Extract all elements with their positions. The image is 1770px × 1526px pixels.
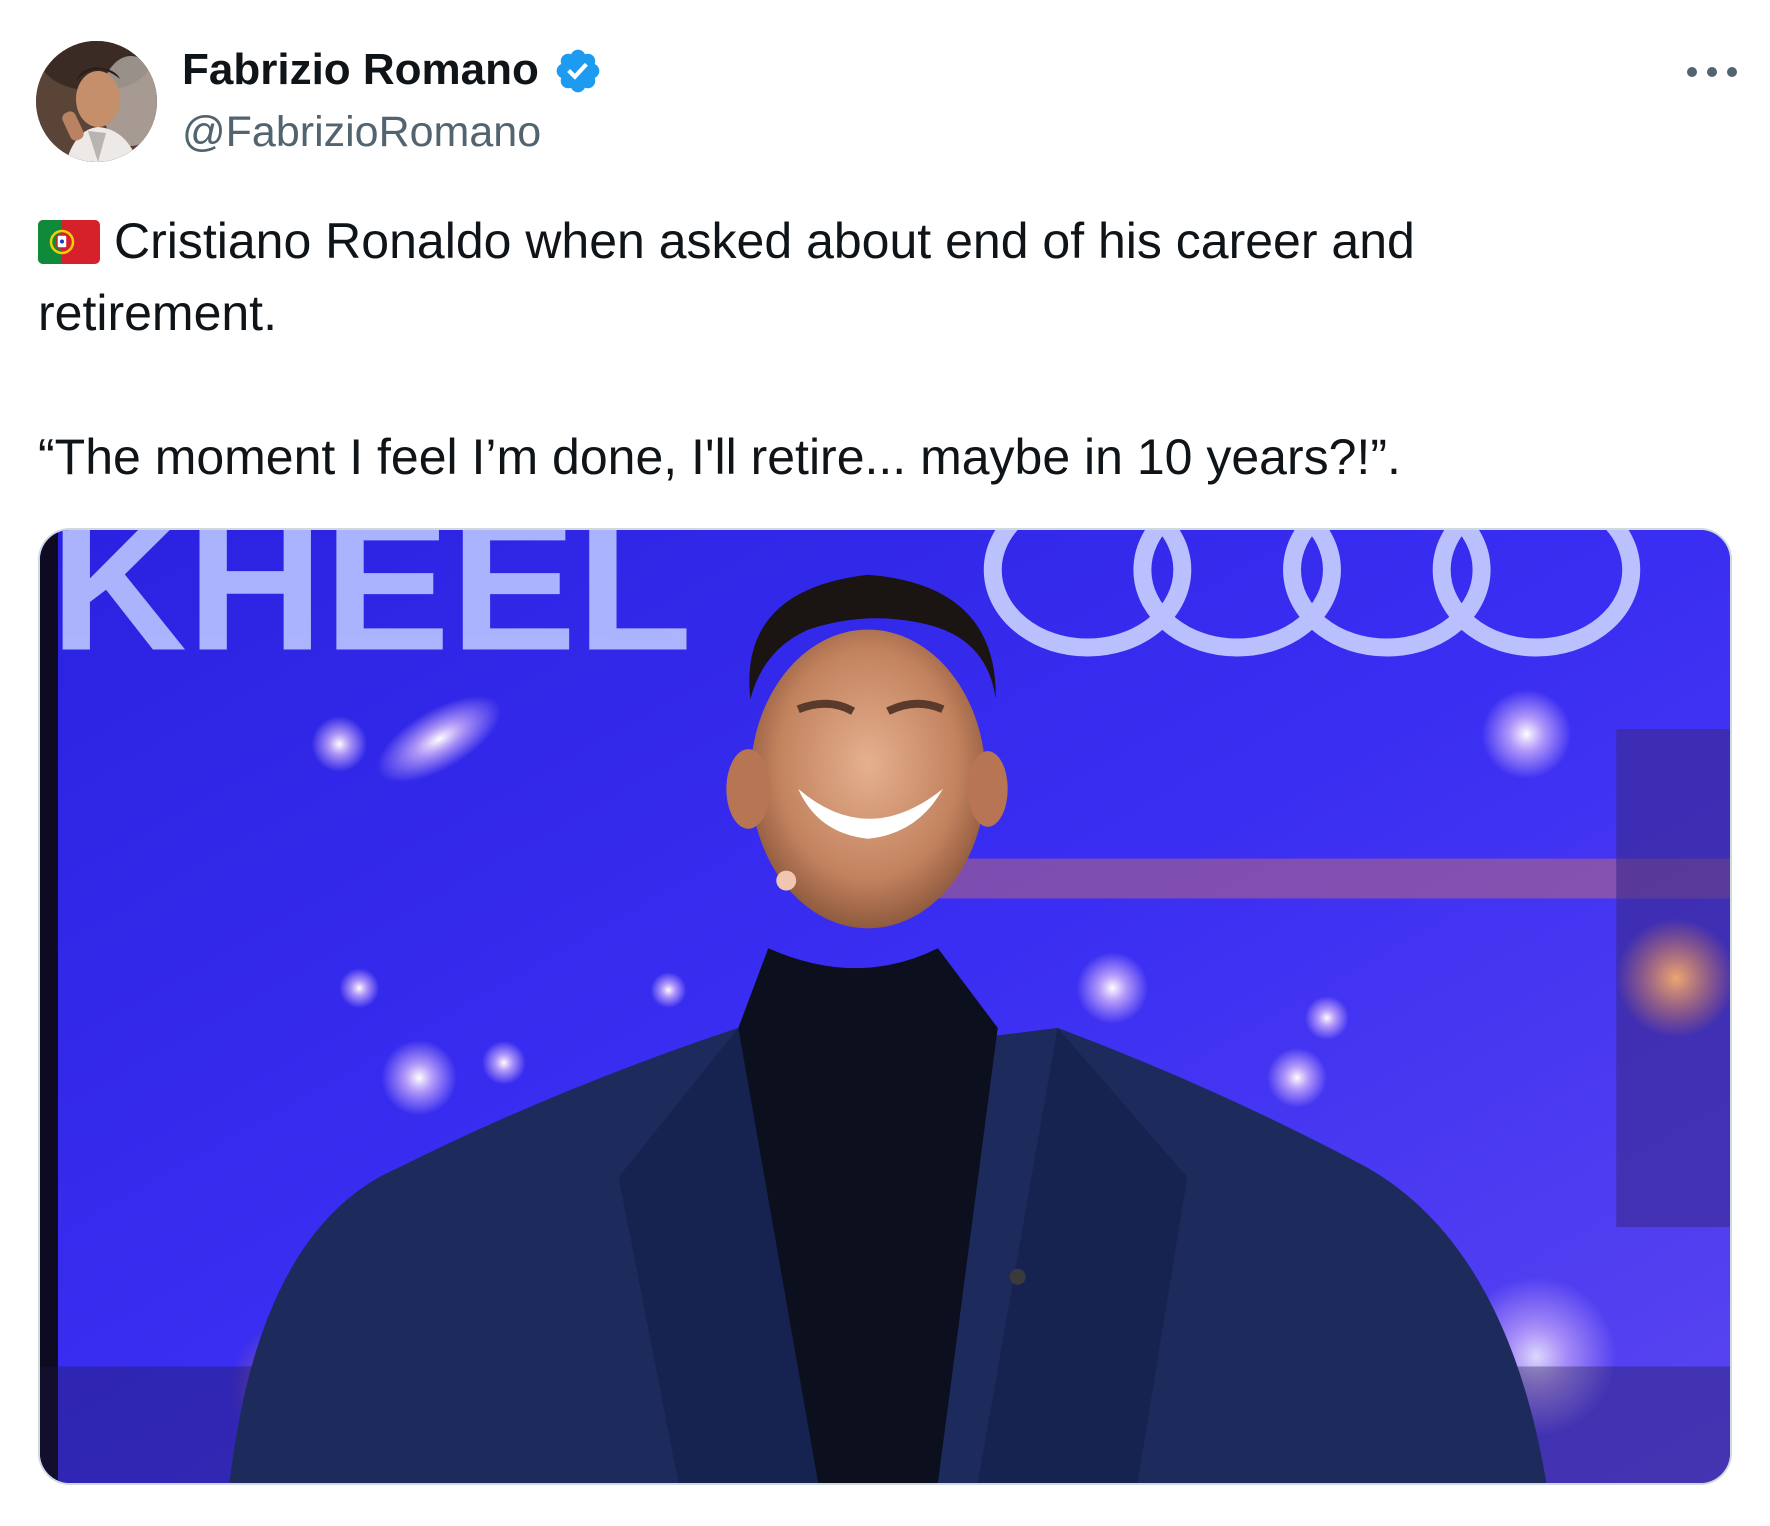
tweet-text-line-1-content: Cristiano Ronaldo when asked about end o… — [114, 213, 1415, 269]
media-photo: KHEEL — [40, 530, 1730, 1483]
tweet-media-photo[interactable]: KHEEL — [38, 528, 1732, 1485]
avatar-photo — [36, 41, 157, 162]
author-display-name[interactable]: Fabrizio Romano — [182, 44, 539, 96]
author-avatar[interactable] — [36, 41, 157, 162]
tweet-text: Cristiano Ronaldo when asked about end o… — [38, 205, 1738, 493]
tweet-card: Fabrizio Romano @FabrizioRomano Cristian… — [0, 0, 1770, 1526]
more-options-button[interactable] — [1683, 52, 1741, 92]
more-horizontal-icon — [1687, 67, 1737, 77]
verified-badge-icon — [553, 46, 603, 96]
tweet-text-quote: “The moment I feel I’m done, I'll retire… — [38, 429, 1401, 485]
tweet-text-line-2: retirement. — [38, 285, 277, 341]
portugal-flag-icon — [38, 220, 100, 264]
author-handle[interactable]: @FabrizioRomano — [182, 106, 541, 158]
background-sign: KHEEL — [50, 530, 692, 690]
tweet-text-line-1: Cristiano Ronaldo when asked about end o… — [38, 205, 1738, 277]
